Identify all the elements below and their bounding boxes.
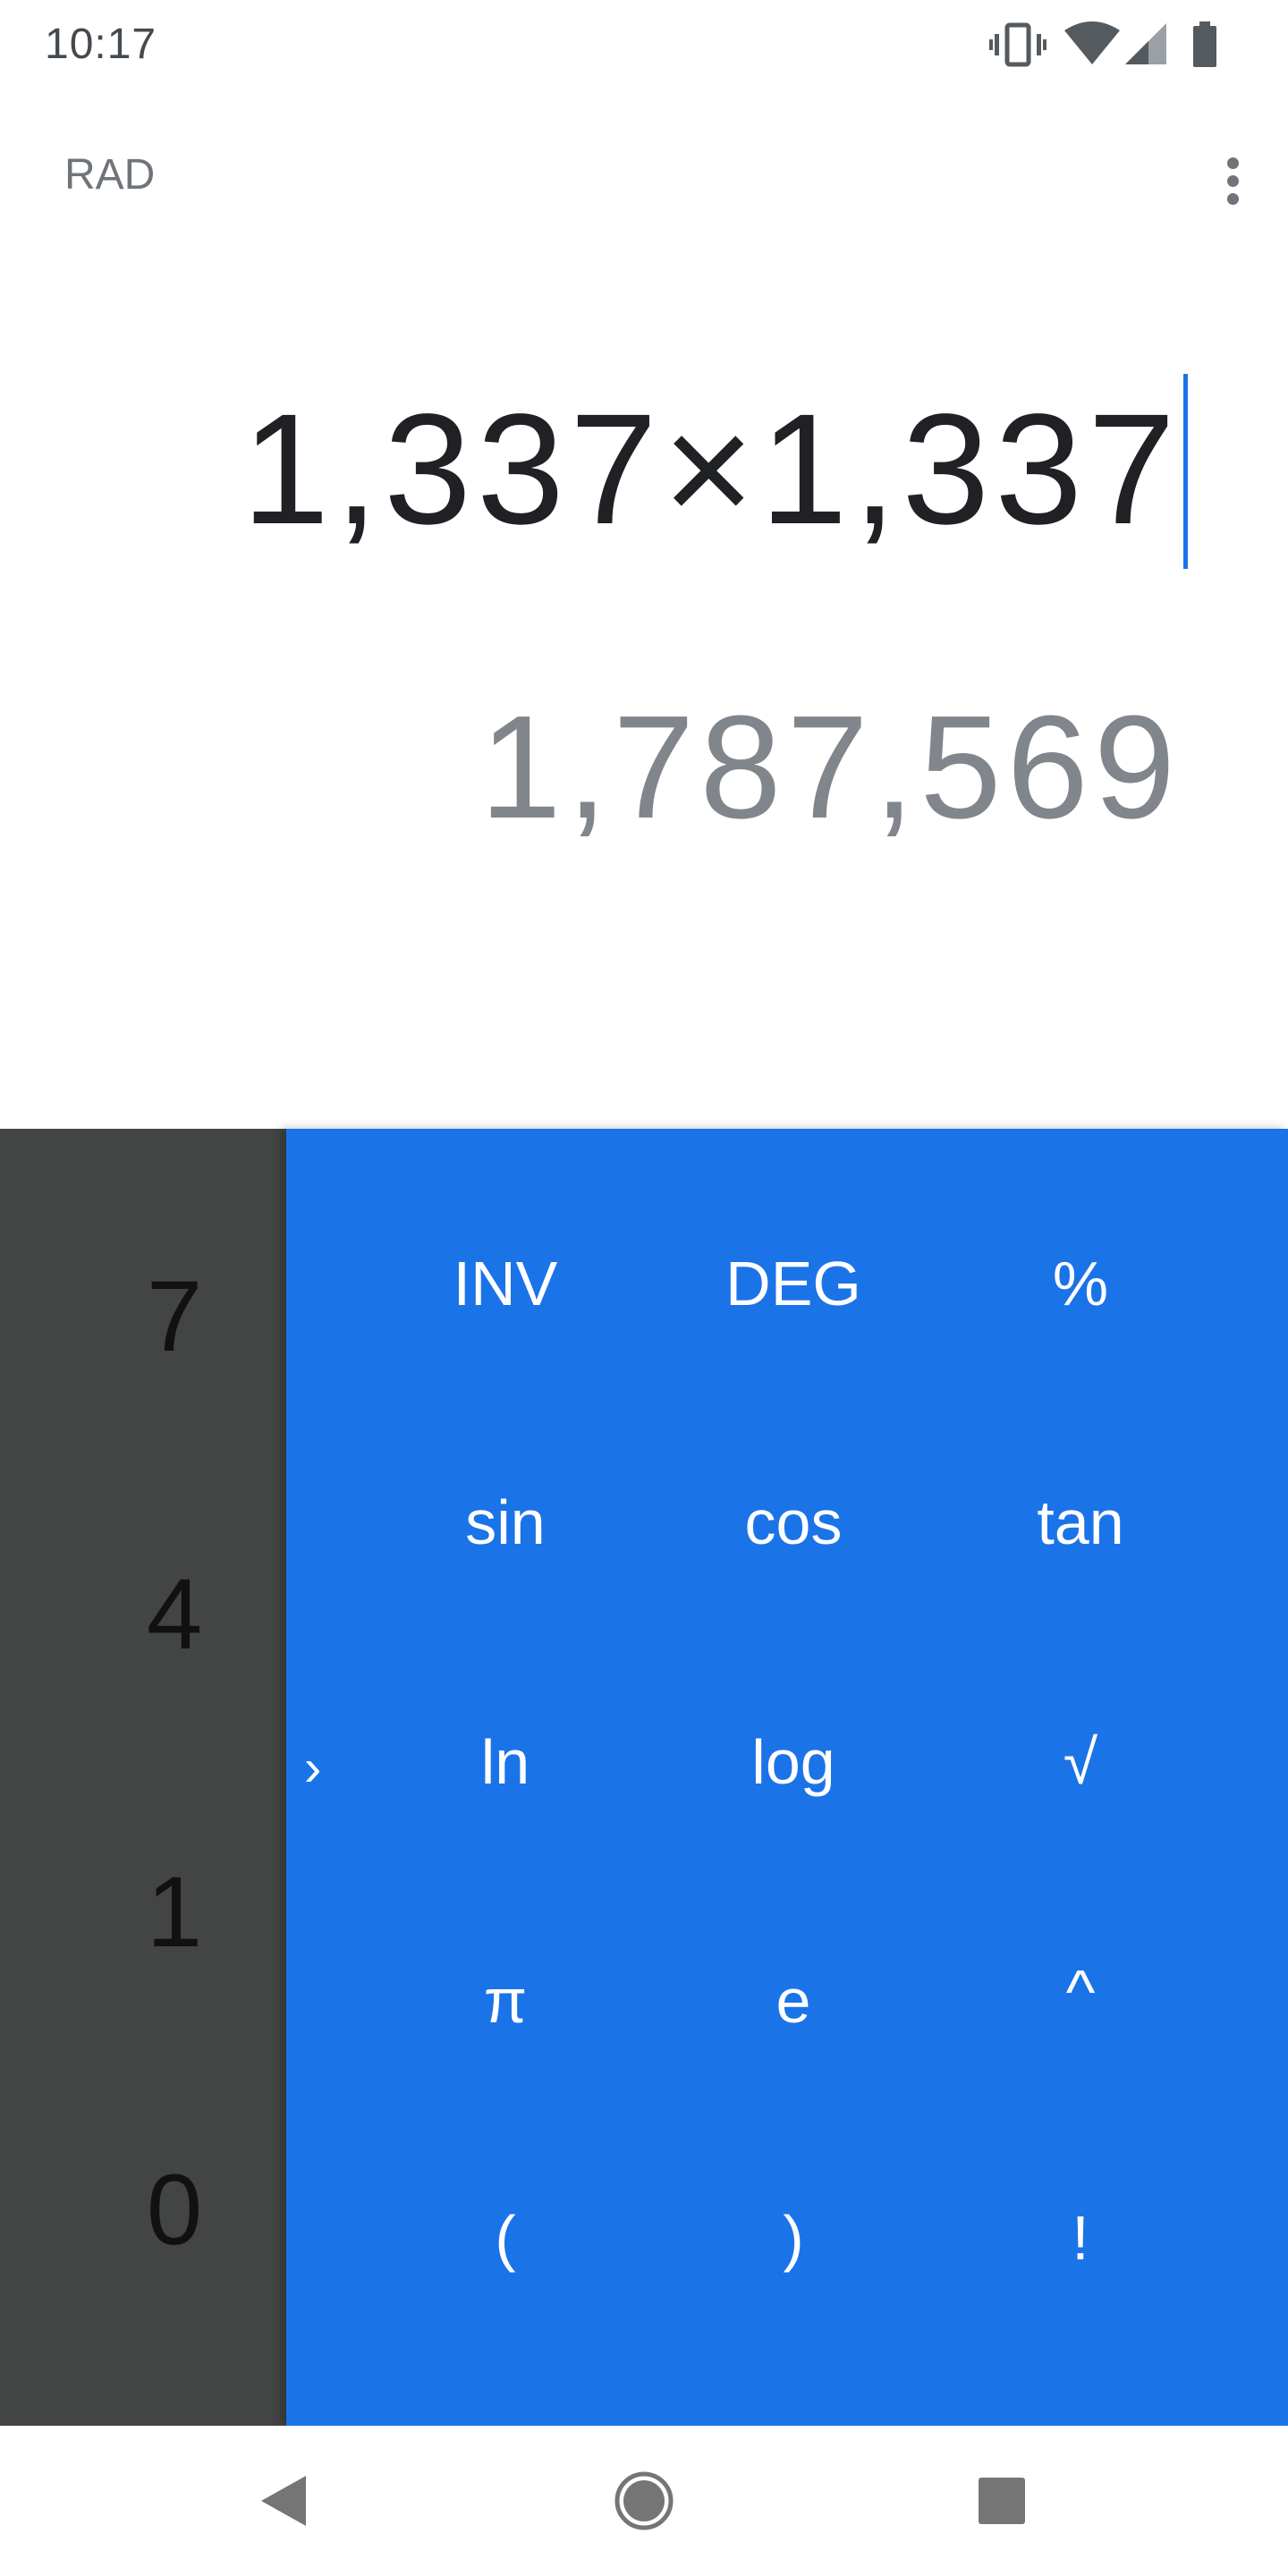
home-icon[interactable] [608,2465,680,2537]
vibrate-icon [989,22,1046,67]
status-icons [989,21,1249,68]
status-bar: 10:17 [0,0,1288,86]
back-icon[interactable] [250,2465,322,2537]
power-key[interactable]: ^ [946,1952,1215,2032]
text-cursor [1183,374,1188,569]
cos-key[interactable]: cos [659,1482,928,1563]
keypad: 7 4 1 0 › INV DEG % sin cos tan ln log √… [0,1129,1288,2426]
open-paren-key[interactable]: ( [371,2198,640,2278]
cell-signal-icon [1125,23,1166,64]
more-vert-icon[interactable] [1206,143,1259,206]
result-display: 1,787,569 [479,685,1181,849]
top-bar: RAD [0,134,1288,215]
sin-key[interactable]: sin [371,1482,640,1563]
status-time: 10:17 [45,21,157,68]
chevron-right-icon[interactable]: › [304,1737,321,1800]
sqrt-key[interactable]: √ [946,1722,1215,1802]
recents-icon[interactable] [966,2465,1038,2537]
deg-key[interactable]: DEG [659,1243,928,1324]
ln-key[interactable]: ln [371,1722,640,1802]
inv-key[interactable]: INV [371,1243,640,1324]
log-key[interactable]: log [659,1722,928,1802]
navigation-bar [0,2426,1288,2576]
advanced-pad: › INV DEG % sin cos tan ln log √ π e ^ (… [286,1129,1288,2426]
battery-icon [1193,21,1216,67]
e-key[interactable]: e [659,1961,928,2041]
factorial-key[interactable]: ! [946,2198,1215,2278]
formula-display[interactable]: 1,337×1,337 [170,385,1181,555]
close-paren-key[interactable]: ) [659,2198,928,2278]
tan-key[interactable]: tan [946,1482,1215,1563]
digit-pad: 7 4 1 0 [0,1129,286,2426]
angle-mode-label: RAD [64,151,156,199]
wifi-icon [1064,21,1120,64]
pi-key[interactable]: π [371,1961,640,2041]
percent-key[interactable]: % [946,1243,1215,1324]
